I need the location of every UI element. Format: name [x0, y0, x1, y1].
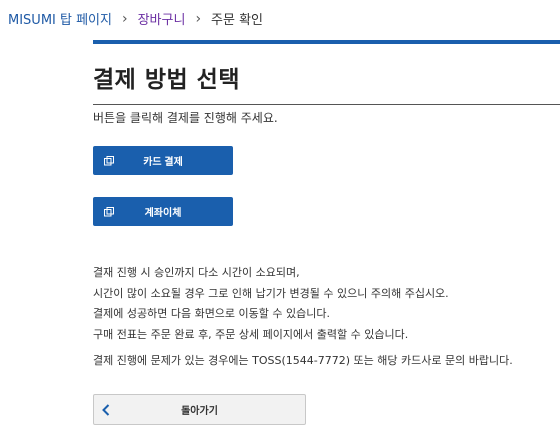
- contact-notice: 결제 진행에 문제가 있는 경우에는 TOSS(1544-7772) 또는 해당…: [93, 354, 513, 367]
- notice-line: 결제에 성공하면 다음 화면으로 이동할 수 있습니다.: [93, 307, 330, 320]
- breadcrumb-separator: ›: [195, 10, 202, 27]
- breadcrumb-cart[interactable]: 장바구니: [138, 9, 186, 28]
- accent-bar: [93, 40, 560, 44]
- payment-notice: 결재 진행 시 승인까지 다소 시간이 소요되며, 시간이 많이 소요될 경우 …: [93, 263, 553, 372]
- copy-icon: [101, 155, 117, 166]
- breadcrumb-misumi-top[interactable]: MISUMI 탑 페이지: [8, 9, 112, 28]
- back-button[interactable]: 돌아가기: [93, 394, 306, 425]
- back-button-label: 돌아가기: [181, 406, 218, 417]
- bank-transfer-button[interactable]: 계좌이체: [93, 197, 233, 226]
- instruction-text: 버튼을 클릭해 결제를 진행해 주세요.: [93, 111, 278, 125]
- breadcrumb-order-confirm: 주문 확인: [211, 13, 264, 28]
- breadcrumb: MISUMI 탑 페이지 › 장바구니 › 주문 확인: [8, 9, 264, 29]
- bank-transfer-label: 계좌이체: [144, 208, 182, 219]
- notice-line: 구매 전표는 주문 완료 후, 주문 상세 페이지에서 출력할 수 있습니다.: [93, 327, 409, 341]
- breadcrumb-separator: ›: [121, 10, 128, 27]
- chevron-left-icon: [102, 403, 122, 416]
- card-payment-label: 카드 결제: [143, 157, 183, 168]
- title-divider: [93, 104, 560, 105]
- copy-icon: [101, 206, 117, 217]
- notice-line: 시간이 많이 소요될 경우 그로 인해 납기가 변경될 수 있으니 주의해 주십…: [93, 286, 449, 300]
- notice-line: 결재 진행 시 승인까지 다소 시간이 소요되며,: [93, 266, 300, 279]
- card-payment-button[interactable]: 카드 결제: [93, 146, 233, 175]
- page-title: 결제 방법 선택: [93, 67, 240, 93]
